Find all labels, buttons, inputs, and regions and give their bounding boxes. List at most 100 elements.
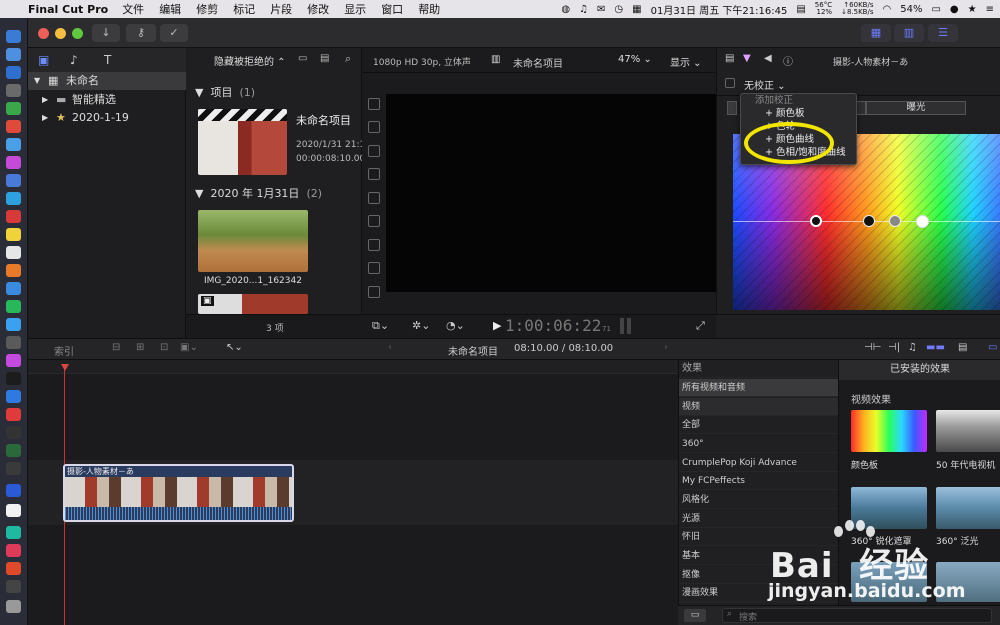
library-item-smart[interactable]: ▶ ▬ 智能精选 (28, 91, 186, 109)
viewer-canvas[interactable] (386, 94, 716, 292)
import-button[interactable]: ↓ (92, 24, 120, 42)
podcasts-icon[interactable] (6, 354, 21, 367)
skimming-icon[interactable]: ⊣⊢ (864, 342, 881, 353)
network-readout[interactable]: ↑60KB/s ↓8.5KB/s (841, 2, 873, 16)
app-icon[interactable] (6, 484, 21, 497)
keyword-button[interactable]: ⚷ (126, 24, 156, 42)
menu-modify[interactable]: 修改 (307, 1, 329, 17)
fullscreen-icon[interactable]: ⤢ (696, 319, 705, 333)
viewer-timecode[interactable]: 1:00:06:22 (505, 316, 601, 335)
list-icon[interactable]: ≡ (986, 4, 994, 15)
info-inspector-icon[interactable]: ⓘ (783, 53, 793, 68)
project-thumbnail[interactable] (198, 109, 287, 175)
menu-item-color-board[interactable]: + 颜色板 (741, 107, 856, 120)
fx-category[interactable]: 所有视频和音频 (679, 379, 839, 397)
insert-icon[interactable]: ⊞ (136, 342, 144, 353)
battery-icon[interactable]: ▭ (931, 4, 940, 15)
menu-window[interactable]: 窗口 (381, 1, 403, 17)
clip-thumbnail[interactable]: ▣ (198, 294, 308, 314)
video-inspector-icon[interactable]: ▤ (725, 53, 734, 64)
audio-skimming-icon[interactable]: ⊣| (888, 342, 900, 353)
browser-group-projects[interactable]: ▼ 项目 (1) (195, 84, 255, 100)
battery-percent[interactable]: 54% (900, 4, 922, 15)
fx-category[interactable]: CrumplePop Koji Advance (679, 454, 839, 472)
app-store-icon[interactable] (6, 390, 21, 403)
index-button[interactable]: 索引 (54, 343, 74, 358)
zoom-select[interactable]: 47% ⌄ (618, 54, 652, 65)
append-icon[interactable]: ⊡ (160, 342, 168, 353)
minimize-window-button[interactable] (55, 28, 66, 39)
timeline-ruler[interactable] (28, 360, 678, 374)
fx-category[interactable]: 风格化 (679, 491, 839, 509)
zoom-window-button[interactable] (72, 28, 83, 39)
timeline-clip[interactable]: 摄影-人物素材－あ (63, 464, 294, 522)
clip-thumbnail[interactable] (198, 210, 308, 272)
play-icon[interactable]: ▶ (493, 319, 501, 332)
menu-app-name[interactable]: Final Cut Pro (28, 3, 108, 16)
tab-exposure[interactable]: 曝光 (866, 101, 966, 115)
wifi-icon[interactable]: ◠ (882, 4, 891, 15)
menu-edit[interactable]: 编辑 (159, 1, 181, 17)
clip-filter-select[interactable]: 隐藏被拒绝的 ⌃ (214, 53, 286, 68)
search-icon[interactable]: ⌕ (345, 52, 351, 66)
disclosure-right-icon[interactable]: ▶ (42, 91, 48, 109)
app-icon[interactable] (6, 526, 21, 539)
forward-icon[interactable]: › (664, 342, 668, 353)
fx-category[interactable]: 360° (679, 435, 839, 453)
project-name[interactable]: 未命名项目 (296, 112, 351, 128)
fx-category[interactable]: My FCPeffects (679, 472, 839, 490)
app-icon[interactable] (6, 246, 21, 259)
disclosure-down-icon[interactable]: ▼ (34, 72, 40, 90)
launchpad-icon[interactable] (6, 48, 21, 61)
transform-icon[interactable]: ⧉⌄ (372, 319, 389, 333)
app-icon[interactable] (6, 462, 21, 475)
app-icon[interactable] (6, 282, 21, 295)
music-icon[interactable]: ♫ (579, 4, 588, 15)
chrome-icon[interactable] (6, 120, 21, 133)
browser-group-event[interactable]: ▼ 2020 年 1月31日 (2) (195, 185, 322, 201)
filmstrip-icon[interactable]: ▤ (320, 53, 329, 64)
sidebar-toggle-icon[interactable]: ▭ (684, 609, 706, 622)
globe-icon[interactable]: ◍ (561, 4, 570, 15)
color-inspector-icon[interactable]: ▼ (743, 53, 751, 64)
speed-icon[interactable]: ◔⌄ (446, 319, 465, 332)
audio-inspector-icon[interactable]: ◀ (764, 53, 772, 64)
connect-icon[interactable]: ⊟ (112, 342, 120, 353)
fx-category[interactable]: 全部 (679, 416, 839, 434)
trash-icon[interactable] (6, 600, 21, 613)
wechat-icon[interactable] (6, 102, 21, 115)
shadows-puck[interactable] (863, 215, 875, 227)
highlights-puck[interactable] (916, 215, 929, 228)
preview-icon[interactable] (6, 84, 21, 97)
app-icon[interactable] (6, 408, 21, 421)
playhead-marker[interactable] (61, 364, 69, 371)
headphones-icon[interactable]: ♫ (908, 342, 917, 353)
disclosure-right-icon[interactable]: ▶ (42, 109, 48, 127)
menu-help[interactable]: 帮助 (418, 1, 440, 17)
close-window-button[interactable] (38, 28, 49, 39)
facetime-icon[interactable] (6, 300, 21, 313)
background-tasks-button[interactable]: ✓ (160, 24, 188, 42)
app-icon[interactable] (6, 318, 21, 331)
photos-icon[interactable] (6, 264, 21, 277)
app-icon[interactable] (6, 174, 21, 187)
tab-segment[interactable] (856, 101, 866, 115)
app-icon[interactable] (6, 156, 21, 169)
calendar-icon[interactable]: ▦ (632, 4, 641, 15)
menu-clip[interactable]: 片段 (270, 1, 292, 17)
safari-icon[interactable] (6, 66, 21, 79)
library-item-root[interactable]: ▼ ▦ 未命名 (28, 72, 186, 90)
correction-select[interactable]: 无校正 ⌄ (744, 77, 786, 92)
clip-appearance-icon[interactable]: ▭ (298, 53, 307, 64)
terminal-icon[interactable] (6, 426, 21, 439)
app-icon[interactable] (6, 138, 21, 151)
app-icon[interactable] (6, 562, 21, 575)
star-icon[interactable]: ★ (968, 4, 977, 15)
back-icon[interactable]: ‹ (388, 342, 392, 353)
notes-icon[interactable] (6, 228, 21, 241)
menu-trim[interactable]: 修剪 (196, 1, 218, 17)
clip-appearance-icon[interactable]: ▤ (958, 342, 967, 353)
app-icon[interactable] (6, 580, 21, 593)
user-icon[interactable]: ● (950, 4, 959, 15)
select-tool-icon[interactable]: ↖⌄ (226, 342, 243, 353)
